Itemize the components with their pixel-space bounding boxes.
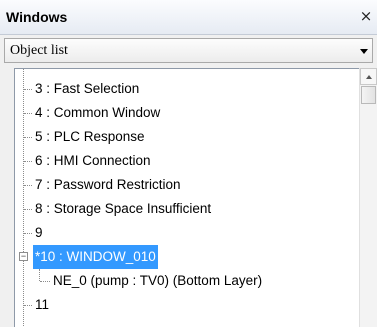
tree-item[interactable]: 6 : HMI Connection <box>15 149 355 173</box>
vertical-scrollbar[interactable] <box>359 68 377 327</box>
scroll-thumb[interactable] <box>361 86 376 104</box>
tree-item-label: 5 : PLC Response <box>35 129 145 144</box>
chevron-down-icon[interactable] <box>360 49 368 54</box>
tree-branch-line <box>24 137 32 138</box>
tree-item[interactable]: 4 : Common Window <box>15 101 355 125</box>
tree-branch-line <box>24 89 32 90</box>
tree-item[interactable]: 11 <box>15 293 355 317</box>
panel-titlebar: Windows × <box>0 0 377 35</box>
tree-item-label: 3 : Fast Selection <box>35 81 140 96</box>
tree-branch-line <box>24 185 32 186</box>
tree-item-label: 8 : Storage Space Insufficient <box>35 201 212 216</box>
tree-child-item[interactable]: NE_0 (pump : TV0) (Bottom Layer) <box>15 269 355 293</box>
tree-branch-line <box>24 161 32 162</box>
tree-item-label: 11 <box>35 297 50 312</box>
window-tree[interactable]: 3 : Fast Selection 4 : Common Window 5 :… <box>14 68 377 327</box>
windows-panel: Windows × Object list 3 : Fast Selection… <box>0 0 377 327</box>
tree-branch-line <box>24 113 32 114</box>
tree-branch-line <box>24 209 32 210</box>
tree-item-selected[interactable]: − *10 : WINDOW_010 <box>15 245 355 269</box>
tree-item-label: NE_0 (pump : TV0) (Bottom Layer) <box>53 273 263 288</box>
object-list-dropdown[interactable]: Object list <box>4 38 373 63</box>
tree-item[interactable]: 7 : Password Restriction <box>15 173 355 197</box>
panel-title: Windows <box>6 9 68 25</box>
tree-item-label: 6 : HMI Connection <box>35 153 151 168</box>
tree-item-label: 7 : Password Restriction <box>35 177 181 192</box>
tree-item-label: *10 : WINDOW_010 <box>33 245 158 269</box>
tree-item[interactable]: 8 : Storage Space Insufficient <box>15 197 355 221</box>
scroll-up-arrow-icon[interactable] <box>360 68 377 85</box>
tree-branch-line <box>40 281 50 282</box>
tree-item[interactable]: 5 : PLC Response <box>15 125 355 149</box>
tree-branch-line <box>24 233 32 234</box>
dropdown-value: Object list <box>10 43 68 58</box>
tree-item[interactable]: 3 : Fast Selection <box>15 77 355 101</box>
close-icon[interactable]: × <box>357 6 375 26</box>
collapse-icon[interactable]: − <box>19 252 28 261</box>
tree-branch-line <box>24 305 32 306</box>
tree-item-label: 9 <box>35 225 43 240</box>
tree-item-label: 4 : Common Window <box>35 105 161 120</box>
tree-item[interactable]: 9 <box>15 221 355 245</box>
